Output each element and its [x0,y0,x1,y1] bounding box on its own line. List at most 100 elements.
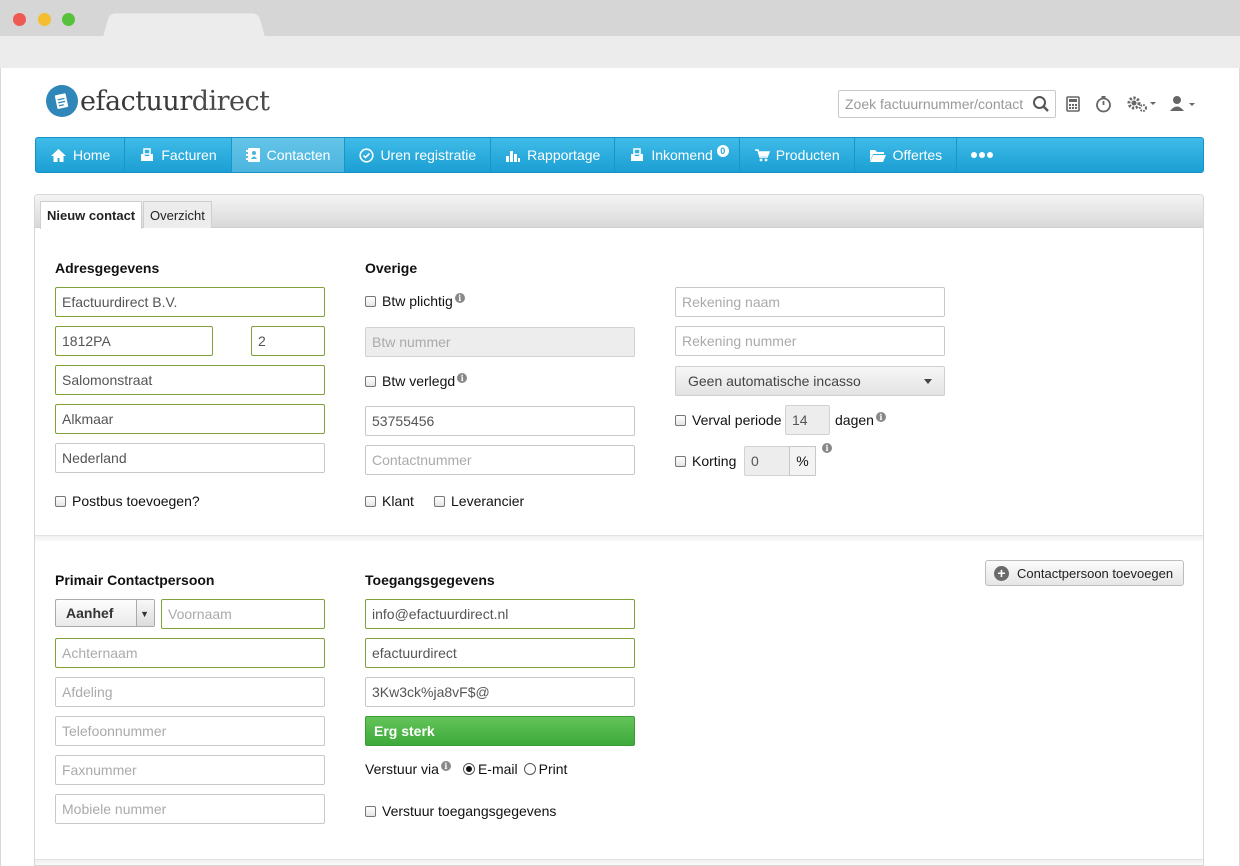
other-heading: Overige [365,260,418,276]
zip-code-field[interactable] [55,326,213,356]
info-icon[interactable]: i [457,373,468,383]
logo-icon [46,85,78,117]
direct-debit-select[interactable]: Geen automatische incasso [675,366,945,396]
login-email-field[interactable] [365,599,635,629]
print-option-label: Print [538,761,568,777]
info-icon[interactable]: i [454,293,465,303]
nav-facturen[interactable]: Facturen [125,138,232,172]
nav-facturen-label: Facturen [161,147,217,163]
vat-number-field[interactable] [365,327,635,357]
percent-addon: % [789,446,816,476]
send-credentials-checkbox[interactable]: Verstuur toegangsgegevens [365,803,556,819]
nav-home[interactable]: Home [36,138,126,172]
info-icon[interactable]: i [440,761,451,771]
po-box-label: Postbus toevoegen? [72,493,200,509]
caret-down-icon [924,379,932,384]
first-name-field[interactable] [161,599,325,629]
fax-field[interactable] [55,755,325,785]
salutation-value: Aanhef [66,605,114,621]
discount-checkbox[interactable]: Korting [675,453,736,469]
last-name-field[interactable] [55,638,325,668]
account-number-field[interactable] [675,326,945,356]
browser-toolbar [0,36,1240,68]
username-field[interactable] [365,638,635,668]
checkbox-box [365,375,376,387]
panel-tab-bar: Nieuw contact Overzicht [35,195,1203,229]
vat-shifted-label: Btw verlegd [382,373,456,389]
password-field[interactable] [365,677,635,707]
account-name-field[interactable] [675,287,945,317]
browser-tab[interactable] [103,13,265,37]
maximize-window-button[interactable] [62,13,75,26]
checkbox-box [55,495,66,507]
more-dot-icon [971,152,978,158]
nav-inkomend[interactable]: Inkomend 0 [615,138,740,172]
supplier-label: Leverancier [451,493,525,509]
search-icon[interactable] [1032,95,1050,113]
password-strength-bar: Erg sterk [365,716,635,746]
vat-liable-label: Btw plichtig [382,293,453,309]
direct-debit-value: Geen automatische incasso [688,373,861,389]
inkomend-count-badge: 0 [716,145,729,157]
bar-chart-icon [506,150,521,162]
department-field[interactable] [55,677,325,707]
app-logo[interactable]: efactuurdirect [46,84,270,118]
po-box-checkbox[interactable]: Postbus toevoegen? [55,493,200,509]
contact-number-field[interactable] [365,445,635,475]
minimize-window-button[interactable] [38,13,51,26]
company-name-field[interactable] [55,287,325,317]
nav-contacten-label: Contacten [266,147,331,163]
nav-more-button[interactable] [957,138,1009,172]
search-input[interactable] [839,91,1027,117]
nav-contacten[interactable]: Contacten [231,138,346,172]
mobile-field[interactable] [55,794,325,824]
supplier-checkbox[interactable]: Leverancier [434,493,524,509]
address-book-icon [245,148,260,162]
address-heading: Adresgegevens [55,260,160,276]
add-contact-person-button[interactable]: + Contactpersoon toevoegen [985,560,1185,586]
due-period-checkbox[interactable]: Verval periode [675,412,782,428]
tab-nieuw-contact[interactable]: Nieuw contact [40,201,143,229]
nav-uren-label: Uren registratie [380,147,477,163]
chamber-number-field[interactable] [365,406,635,436]
user-menu-icon[interactable] [1168,94,1198,114]
stopwatch-icon[interactable] [1095,94,1112,114]
phone-field[interactable] [55,716,325,746]
logo-text: efactuurdirect [80,86,270,117]
info-icon[interactable]: i [822,443,832,453]
send-print-radio[interactable]: Print [523,761,568,777]
discount-field[interactable] [744,446,790,476]
send-email-radio[interactable]: E-mail [462,761,518,777]
nav-rapportage[interactable]: Rapportage [491,138,616,172]
checkbox-box [434,495,445,507]
customer-checkbox[interactable]: Klant [365,493,414,509]
salutation-select[interactable]: Aanhef ▼ [55,599,155,627]
city-field[interactable] [55,404,325,434]
checkbox-box [365,805,376,817]
customer-label: Klant [382,493,414,509]
due-period-days-field[interactable] [785,405,830,435]
browser-chrome [0,0,1240,68]
nav-producten[interactable]: Producten [740,138,855,172]
folder-open-icon [869,149,886,162]
checkbox-box [365,495,376,507]
close-window-button[interactable] [13,13,26,26]
send-via-row: Verstuur via i E-mail Print [365,761,567,777]
calculator-icon[interactable] [1066,94,1080,114]
info-icon[interactable]: i [875,412,886,422]
house-number-field[interactable] [251,326,325,356]
plus-circle-icon: + [994,565,1009,581]
shopping-cart-icon [754,148,770,161]
tab-overzicht[interactable]: Overzicht [143,201,212,228]
invoice-tray-icon [141,148,154,161]
country-field[interactable] [55,443,325,473]
street-field[interactable] [55,365,325,395]
vat-shifted-checkbox[interactable]: Btw verlegd i [365,373,468,389]
nav-uren-registratie[interactable]: Uren registratie [345,138,492,172]
nav-offertes[interactable]: Offertes [855,138,958,172]
vat-liable-checkbox[interactable]: Btw plichtig i [365,293,465,309]
nav-rapportage-label: Rapportage [527,147,601,163]
contact-heading: Primair Contactpersoon [55,572,215,588]
settings-gear-icon[interactable] [1126,94,1158,114]
logo-text-light: efactuur [80,85,192,117]
